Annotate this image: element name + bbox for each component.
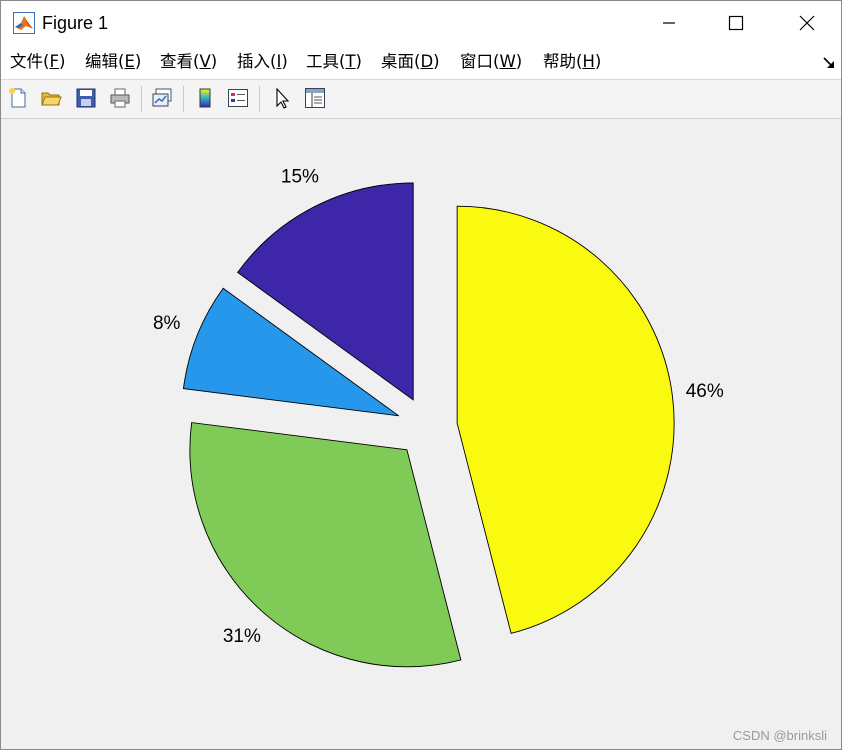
maximize-icon — [728, 15, 744, 31]
toolbar-separator — [183, 86, 184, 112]
insert-colorbar-icon — [199, 88, 211, 108]
minimize-button[interactable] — [646, 1, 692, 45]
pie-slice-label-2: 8% — [153, 313, 181, 334]
print-button[interactable] — [107, 85, 133, 111]
new-figure-icon — [9, 88, 26, 108]
print-icon — [110, 88, 130, 108]
menu-help[interactable]: 帮助(H) — [543, 52, 601, 72]
menu-window[interactable]: 窗口(W) — [460, 52, 522, 72]
menu-view-suffix: ) — [210, 52, 218, 71]
menu-desktop-label: 桌面( — [381, 52, 421, 71]
property-inspector-button[interactable] — [302, 85, 328, 111]
pie-slice-label-0: 46% — [686, 381, 724, 402]
link-plot-button[interactable] — [149, 85, 175, 111]
close-button[interactable] — [784, 1, 830, 45]
pie-chart: 46% 31% 8% 15% — [153, 167, 724, 668]
open-file-button[interactable] — [38, 85, 64, 111]
menu-desktop-mnemonic: D — [420, 52, 434, 71]
menu-insert-label: 插入( — [237, 52, 277, 71]
menu-help-label: 帮助( — [543, 52, 583, 71]
title-bar[interactable]: Figure 1 — [1, 1, 841, 45]
open-file-icon — [41, 92, 62, 106]
figure-window: Figure 1 文件(F) 编辑(E) 查看(V) 插入(I) 工具(T) 桌… — [0, 0, 842, 750]
menu-insert[interactable]: 插入(I) — [237, 52, 288, 72]
insert-legend-icon — [228, 89, 248, 107]
menu-edit-label: 编辑( — [85, 52, 125, 71]
menu-window-label: 窗口( — [460, 52, 500, 71]
edit-plot-button[interactable] — [269, 85, 295, 111]
menu-tools[interactable]: 工具(T) — [306, 52, 362, 72]
property-inspector-icon — [305, 88, 325, 108]
save-icon — [76, 88, 96, 108]
maximize-button[interactable] — [713, 1, 759, 45]
menu-file-label: 文件( — [10, 52, 50, 71]
menu-view-mnemonic: V — [199, 52, 211, 71]
matlab-logo-icon — [13, 12, 35, 34]
menu-bar: 文件(F) 编辑(E) 查看(V) 插入(I) 工具(T) 桌面(D) 窗口(W… — [1, 45, 841, 80]
watermark: CSDN @brinksli — [732, 728, 827, 743]
menu-edit-suffix: ) — [134, 52, 142, 71]
menu-file[interactable]: 文件(F) — [10, 52, 65, 72]
new-figure-button[interactable] — [5, 85, 31, 111]
menu-insert-suffix: ) — [281, 52, 288, 71]
menu-file-suffix: ) — [58, 52, 66, 71]
dock-arrow-icon[interactable] — [823, 57, 835, 69]
save-button[interactable] — [73, 85, 99, 111]
menu-edit[interactable]: 编辑(E) — [85, 52, 141, 72]
minimize-icon — [663, 22, 675, 24]
toolbar-separator — [141, 86, 142, 112]
menu-tools-suffix: ) — [355, 52, 362, 71]
pie-slice-0 — [456, 205, 675, 634]
menu-desktop-suffix: ) — [433, 52, 440, 71]
toolbar-separator — [259, 86, 260, 112]
menu-tools-label: 工具( — [306, 52, 346, 71]
menu-window-suffix: ) — [515, 52, 523, 71]
pie-slice-label-3: 15% — [281, 167, 319, 188]
menu-window-mnemonic: W — [499, 52, 516, 71]
close-icon — [799, 15, 815, 31]
figure-toolbar — [1, 80, 841, 119]
menu-help-suffix: ) — [594, 52, 602, 71]
menu-tools-mnemonic: T — [345, 52, 356, 71]
insert-legend-button[interactable] — [225, 85, 251, 111]
menu-help-mnemonic: H — [582, 52, 595, 71]
menu-desktop[interactable]: 桌面(D) — [381, 52, 440, 72]
window-title: Figure 1 — [42, 13, 109, 33]
menu-edit-mnemonic: E — [124, 52, 135, 71]
edit-plot-arrow-icon — [276, 87, 290, 109]
menu-view[interactable]: 查看(V) — [160, 52, 217, 72]
menu-view-label: 查看( — [160, 52, 200, 71]
menu-file-mnemonic: F — [49, 52, 59, 71]
insert-colorbar-button[interactable] — [192, 85, 218, 111]
pie-slice-label-1: 31% — [223, 626, 261, 647]
link-plot-icon — [152, 88, 172, 107]
figure-canvas[interactable]: 46% 31% 8% 15% CSDN @brinksli — [1, 119, 841, 749]
